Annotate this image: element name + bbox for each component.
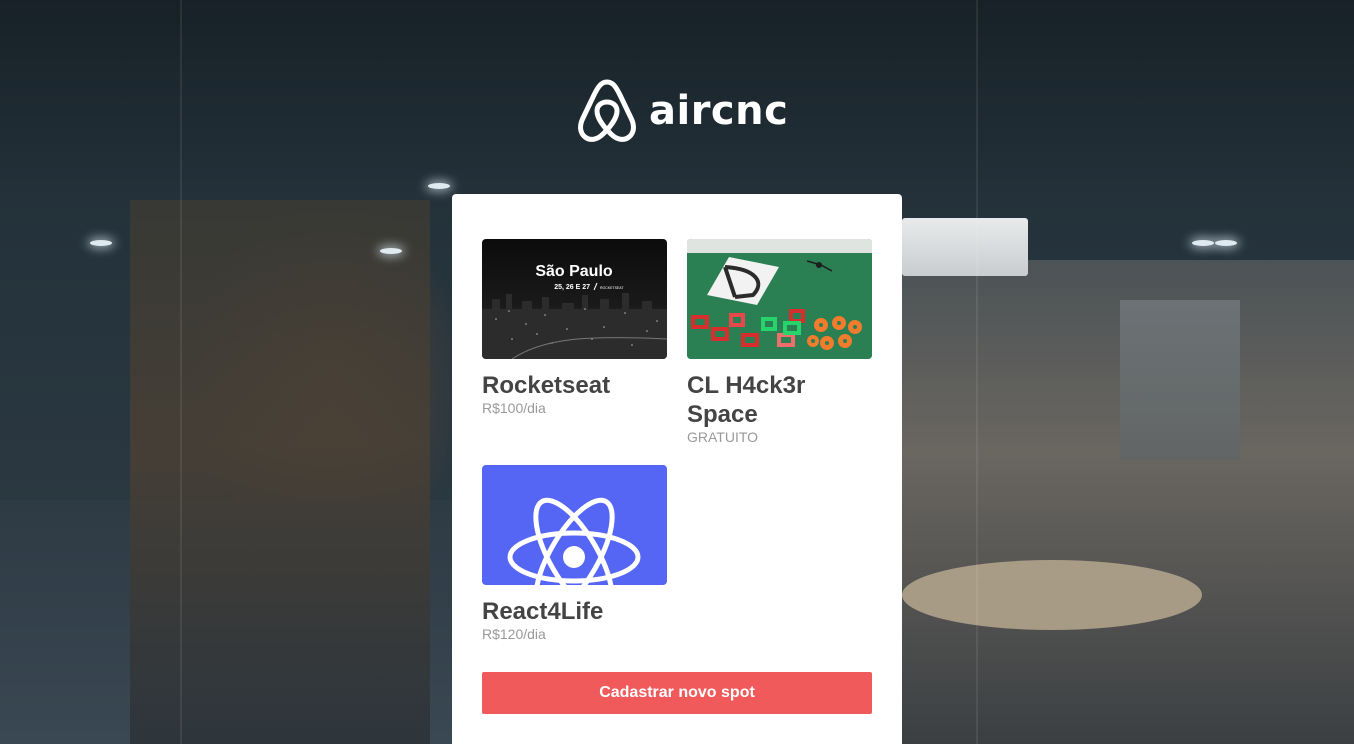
- spot-price: R$120/dia: [482, 626, 546, 642]
- spot-company: React4Life: [482, 598, 604, 625]
- spot-card-rocketseat[interactable]: São Paulo 25, 26 E 27 ROCKETSEAT Rockets…: [482, 239, 667, 445]
- spot-card-cl-h4ck3r-space[interactable]: CL H4ck3r Space GRATUITO: [687, 239, 872, 445]
- background-ceiling-light: [428, 183, 450, 189]
- background-air-conditioner: [902, 218, 1028, 276]
- react-logo-icon: [482, 465, 667, 585]
- background-table: [902, 560, 1202, 630]
- spot-list: São Paulo 25, 26 E 27 ROCKETSEAT Rockets…: [482, 239, 872, 642]
- spots-panel: São Paulo 25, 26 E 27 ROCKETSEAT Rockets…: [452, 194, 902, 744]
- spot-thumbnail: São Paulo 25, 26 E 27 ROCKETSEAT: [482, 239, 667, 359]
- spot-card-react4life[interactable]: React4Life R$120/dia: [482, 465, 667, 642]
- background-window: [1120, 300, 1240, 460]
- city-night-photo: São Paulo 25, 26 E 27 ROCKETSEAT: [482, 239, 667, 359]
- thumbnail-title: São Paulo: [535, 263, 613, 280]
- background-glass-edge: [976, 0, 978, 744]
- background-ceiling-light: [1215, 240, 1237, 246]
- new-spot-button[interactable]: Cadastrar novo spot: [482, 672, 872, 714]
- background-ceiling-light: [1192, 240, 1214, 246]
- spot-company: CL H4ck3r Space: [687, 372, 806, 428]
- background-ceiling-light: [380, 248, 402, 254]
- airbnb-belo-icon: [578, 79, 636, 142]
- background-corridor: [130, 200, 430, 744]
- background-glass-edge: [180, 0, 182, 744]
- thumbnail-subtitle: 25, 26 E 27: [554, 284, 590, 291]
- background-ceiling-light: [90, 240, 112, 246]
- spot-company: Rocketseat: [482, 372, 611, 399]
- brand-logo: aircnc: [577, 78, 788, 144]
- thumbnail-tag: ROCKETSEAT: [600, 286, 624, 290]
- spot-price: GRATUITO: [687, 429, 759, 445]
- brand-name: aircnc: [649, 88, 789, 134]
- spot-thumbnail: [482, 465, 667, 585]
- spot-price: R$100/dia: [482, 400, 546, 416]
- spot-thumbnail: [687, 239, 872, 359]
- 3d-printed-parts-photo: [687, 239, 872, 359]
